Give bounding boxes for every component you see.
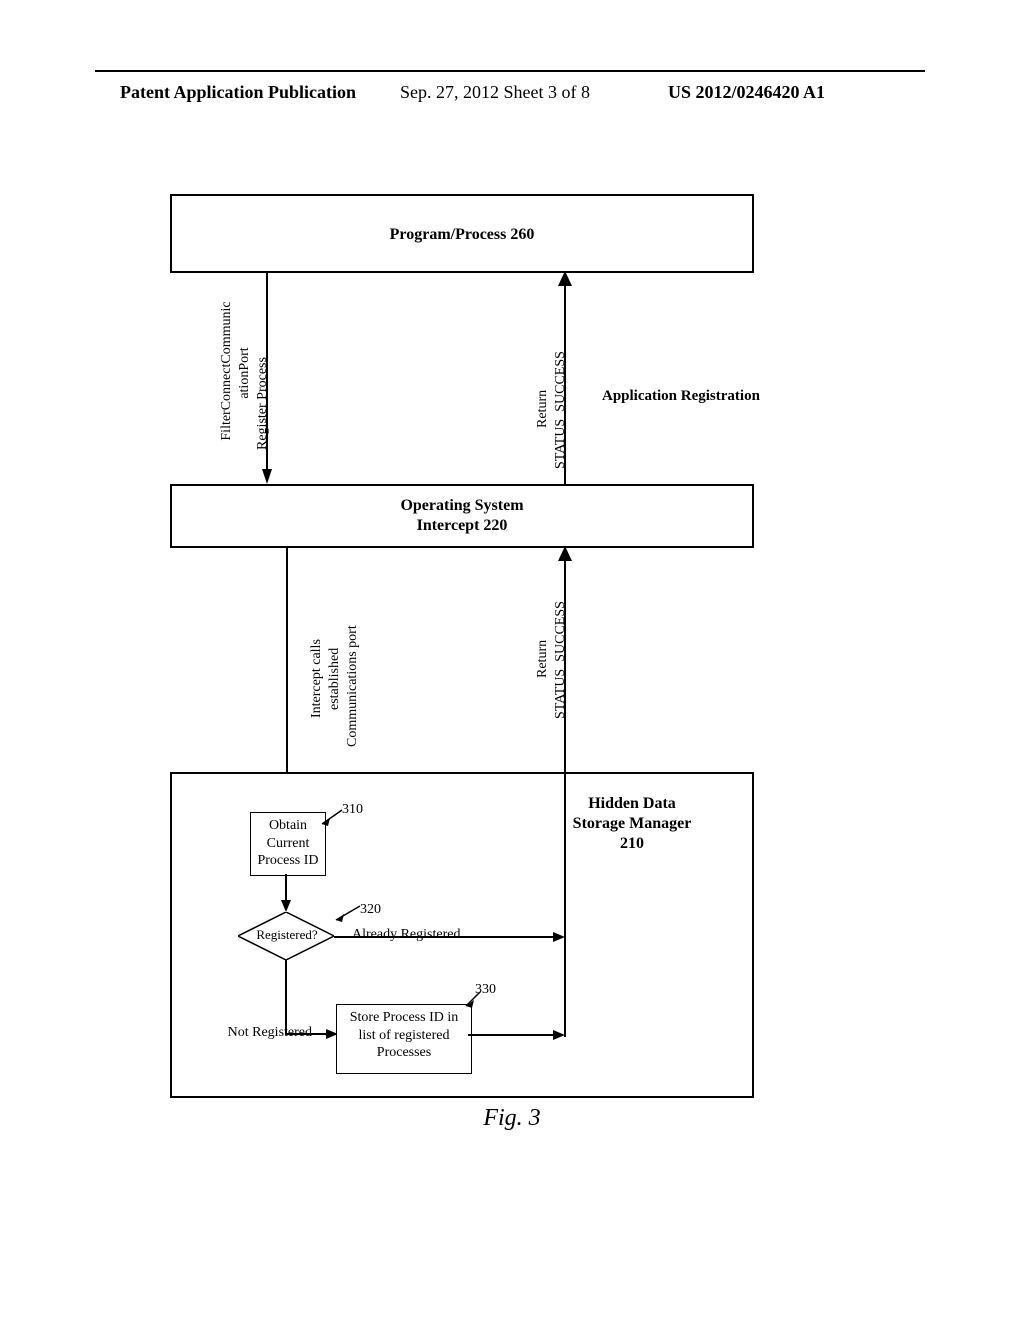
arrow-label-return-lower-1: Return bbox=[534, 640, 552, 678]
box-220-title: Operating System Intercept 220 bbox=[172, 496, 752, 536]
arrow-label-filterconnect-3: Register Process bbox=[254, 357, 272, 450]
decision-label: Registered? bbox=[242, 927, 332, 943]
b330-l1: Store Process ID in bbox=[350, 1010, 459, 1025]
arrow-label-return-upper-2: STATUS_SUCCESS bbox=[552, 351, 570, 469]
figure-3-diagram: Program/Process 260 FilterConnectCommuni… bbox=[170, 194, 790, 1094]
arrow-label-filterconnect-2: ationPort bbox=[236, 308, 254, 438]
b310-l1: Obtain bbox=[269, 818, 307, 833]
leader-320 bbox=[332, 904, 362, 922]
arrow-label-intercept-1: Intercept calls bbox=[308, 639, 326, 718]
box-220-line1: Operating System bbox=[400, 497, 523, 514]
label-not-registered: Not Registered bbox=[217, 1025, 312, 1041]
box-obtain-current-process-id-310: Obtain Current Process ID bbox=[250, 812, 326, 876]
box-210-line2: Storage Manager bbox=[573, 815, 692, 832]
arrow-label-intercept-2: established bbox=[326, 648, 344, 710]
arrow-330-to-return bbox=[468, 1030, 565, 1040]
header-left: Patent Application Publication bbox=[120, 82, 356, 103]
b330-l3: Processes bbox=[377, 1045, 431, 1060]
header-rule bbox=[95, 70, 925, 72]
label-application-registration: Application Registration bbox=[602, 388, 802, 405]
arrow-310-to-decision bbox=[281, 874, 291, 912]
box-260-title: Program/Process 260 bbox=[172, 226, 752, 244]
arrow-label-filterconnect-1: FilterConnectCommunic bbox=[218, 276, 236, 466]
box-220-line2: Intercept 220 bbox=[417, 517, 508, 534]
header-middle: Sep. 27, 2012 Sheet 3 of 8 bbox=[400, 82, 590, 103]
header-right: US 2012/0246420 A1 bbox=[668, 82, 825, 103]
box-210-line1: Hidden Data bbox=[588, 795, 676, 812]
b310-l3: Process ID bbox=[257, 853, 318, 868]
arrow-label-return-lower-2: STATUS_SUCCESS bbox=[552, 601, 570, 719]
leader-330 bbox=[462, 990, 482, 1010]
b330-l2: list of registered bbox=[359, 1028, 450, 1043]
figure-caption: Fig. 3 bbox=[0, 1105, 1024, 1132]
box-operating-system-intercept-220: Operating System Intercept 220 bbox=[170, 484, 754, 548]
arrow-label-return-upper-1: Return bbox=[534, 390, 552, 428]
leader-310 bbox=[318, 808, 344, 826]
line-return-vertical-inside-210 bbox=[562, 772, 568, 1037]
box-210-title: Hidden Data Storage Manager 210 bbox=[542, 794, 722, 854]
box-program-process-260: Program/Process 260 bbox=[170, 194, 754, 273]
box-210-line3: 210 bbox=[620, 835, 644, 852]
box-store-process-id-330: Store Process ID in list of registered P… bbox=[336, 1004, 472, 1074]
label-already-registered: Already Registered bbox=[352, 927, 502, 943]
patent-page: Patent Application Publication Sep. 27, … bbox=[0, 0, 1024, 1320]
b310-l2: Current bbox=[267, 836, 310, 851]
ref-number-320: 320 bbox=[360, 902, 381, 918]
ref-number-310: 310 bbox=[342, 802, 363, 818]
arrow-label-intercept-3: Communications port bbox=[344, 625, 362, 747]
